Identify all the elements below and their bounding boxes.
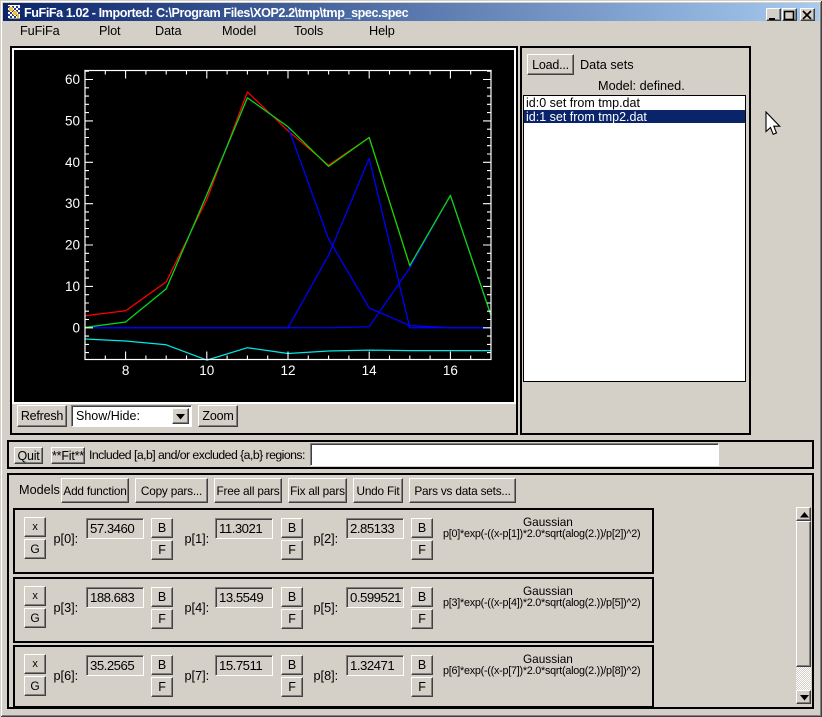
svg-text:20: 20 [65,238,80,253]
svg-text:30: 30 [65,196,80,211]
svg-text:60: 60 [65,72,80,87]
svg-text:10: 10 [65,279,80,294]
svg-text:16: 16 [443,363,458,378]
svg-text:10: 10 [199,363,214,378]
svg-text:8: 8 [122,363,130,378]
svg-text:50: 50 [65,113,80,128]
svg-text:0: 0 [72,320,80,335]
svg-text:12: 12 [280,363,295,378]
svg-text:14: 14 [362,363,378,378]
svg-text:40: 40 [65,155,80,170]
